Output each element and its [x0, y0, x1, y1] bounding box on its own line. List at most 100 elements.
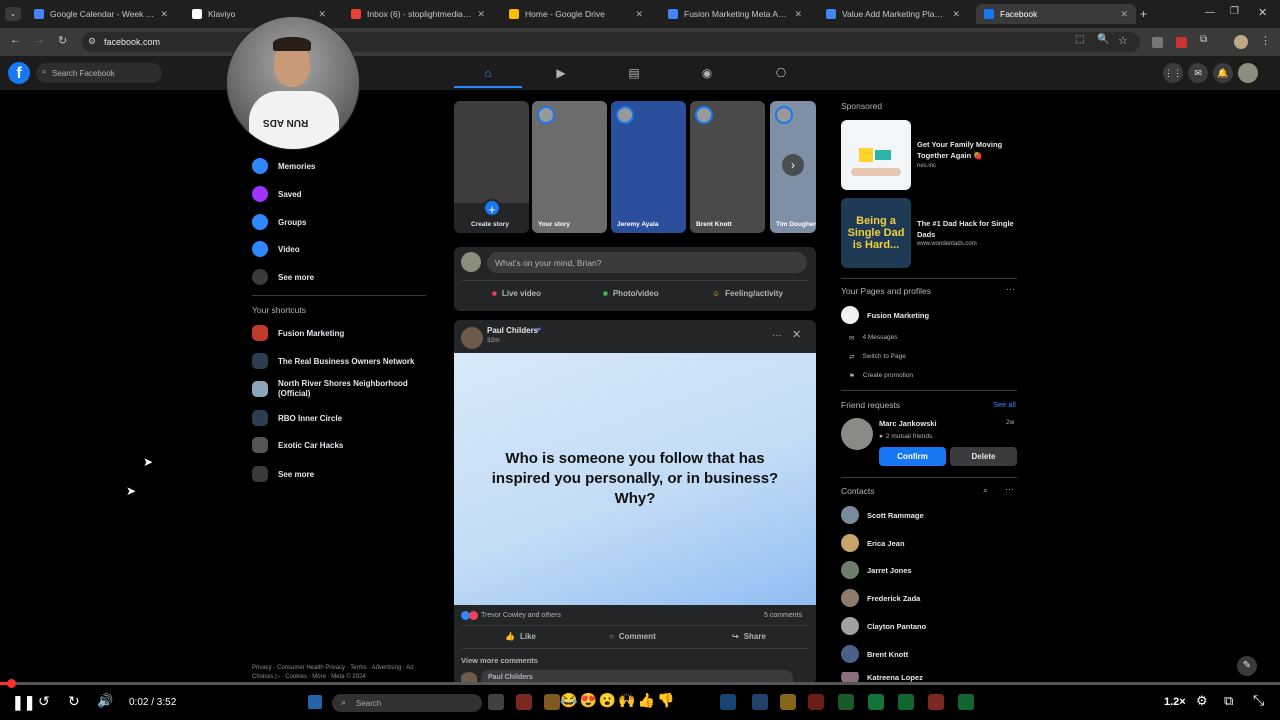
- browser-tab[interactable]: Inbox (6) - stoplightmedia1@g ✕: [343, 4, 493, 24]
- back-icon[interactable]: ←: [10, 34, 21, 46]
- rewind-icon[interactable]: ↺: [38, 693, 50, 710]
- shortcut-item[interactable]: See more: [252, 466, 314, 482]
- profile-avatar[interactable]: [1234, 35, 1248, 49]
- shortcut-item[interactable]: Fusion Marketing: [252, 325, 344, 341]
- page-action-item[interactable]: ✉ 4 Messages: [849, 334, 898, 342]
- contact-item[interactable]: Jarret Jones: [841, 561, 912, 579]
- thumbs-up-emoji-icon[interactable]: 👍: [638, 692, 655, 709]
- ad-title-2[interactable]: The #1 Dad Hack for Single Dads: [917, 218, 1017, 240]
- close-window-button[interactable]: ✕: [1258, 6, 1267, 19]
- stories-next-button[interactable]: ›: [782, 154, 804, 176]
- more-options-icon[interactable]: ···: [772, 330, 782, 341]
- pause-icon[interactable]: ❚❚: [12, 694, 35, 711]
- post-author-avatar[interactable]: [461, 327, 483, 349]
- page-fusion-marketing[interactable]: Fusion Marketing: [841, 306, 929, 324]
- shortcut-item[interactable]: RBO Inner Circle: [252, 410, 342, 426]
- delete-button[interactable]: Delete: [950, 447, 1017, 466]
- notifications-bell-icon[interactable]: 🔔: [1213, 63, 1233, 83]
- video-progress-bar[interactable]: [0, 682, 1280, 685]
- extension-icon[interactable]: [1152, 37, 1163, 48]
- left-nav-item[interactable]: Groups: [252, 214, 306, 230]
- page-action-item[interactable]: ⇄ Switch to Page: [849, 353, 906, 361]
- ad-image-2[interactable]: Being a Single Dad is Hard...: [841, 198, 911, 268]
- comments-count[interactable]: 5 comments: [764, 612, 802, 619]
- emoji-reaction-bar[interactable]: 😂 😍 😮 🙌 👍 👎: [560, 692, 675, 709]
- site-info-icon[interactable]: ⚙: [88, 36, 96, 47]
- browser-tab[interactable]: Value Add Marketing Plan for F ✕: [818, 4, 968, 24]
- contact-item[interactable]: Erica Jean: [841, 534, 905, 552]
- facebook-search-input[interactable]: Search Facebook: [36, 63, 162, 83]
- video-scrubber-handle[interactable]: [7, 679, 16, 688]
- shortcut-item[interactable]: North River Shores Neighborhood (Officia…: [252, 379, 418, 399]
- story-card[interactable]: Your story: [532, 101, 607, 233]
- post-author-name[interactable]: Paul Childers: [487, 326, 538, 335]
- taskbar-search-input[interactable]: Search: [332, 694, 482, 712]
- taskbar-app-icon[interactable]: [720, 694, 736, 710]
- menu-grid-icon[interactable]: ⋮⋮: [1163, 63, 1183, 83]
- groups-icon[interactable]: ◉: [699, 66, 715, 80]
- ad-title-1[interactable]: Get Your Family Moving Together Again 🍓: [917, 139, 1017, 161]
- marketplace-icon[interactable]: ▤: [626, 66, 642, 80]
- contact-item[interactable]: Brent Knott: [841, 645, 908, 663]
- browser-tab[interactable]: Google Calendar - Week of Jun ✕: [26, 4, 176, 24]
- more-options-icon[interactable]: ···: [1005, 484, 1014, 494]
- account-avatar[interactable]: [1238, 63, 1258, 83]
- picture-in-picture-icon[interactable]: ⧉: [1224, 693, 1233, 709]
- heart-eyes-emoji-icon[interactable]: 😍: [579, 692, 596, 709]
- browser-menu-icon[interactable]: ⋮: [1260, 34, 1271, 47]
- contact-item[interactable]: Frederick Zada: [841, 589, 920, 607]
- story-card[interactable]: Brent Knott: [690, 101, 765, 233]
- gaming-icon[interactable]: ⎔: [773, 66, 789, 80]
- post-image[interactable]: Who is someone you follow that has inspi…: [454, 353, 816, 605]
- tab-close-icon[interactable]: ✕: [1120, 9, 1128, 20]
- taskbar-app-icon[interactable]: [838, 694, 854, 710]
- view-more-comments-link[interactable]: View more comments: [461, 656, 538, 665]
- whats-on-your-mind-input[interactable]: What's on your mind, Brian?: [487, 252, 807, 273]
- windows-start-icon[interactable]: [308, 695, 322, 709]
- left-nav-item[interactable]: See more: [252, 269, 314, 285]
- close-post-icon[interactable]: ✕: [792, 328, 801, 341]
- exit-fullscreen-icon[interactable]: ⤡: [1253, 692, 1264, 709]
- page-action-item[interactable]: ⚑ Create promotion: [849, 372, 913, 380]
- settings-gear-icon[interactable]: ⚙: [1196, 693, 1208, 709]
- footer-links[interactable]: Privacy · Consumer Health Privacy · Term…: [252, 664, 424, 682]
- taskbar-app-icon[interactable]: [516, 694, 532, 710]
- bookmark-star-icon[interactable]: ☆: [1118, 34, 1128, 47]
- extension-icon[interactable]: [1176, 37, 1187, 48]
- comment-author[interactable]: Paul Childers: [488, 674, 533, 681]
- surprised-emoji-icon[interactable]: 😮: [599, 692, 616, 709]
- forward-icon[interactable]: →: [34, 34, 45, 46]
- story-card[interactable]: Jeremy Ayala: [611, 101, 686, 233]
- like-button[interactable]: 👍 Like: [505, 632, 536, 641]
- taskbar-app-icon[interactable]: [868, 694, 884, 710]
- taskbar-app-icon[interactable]: [488, 694, 504, 710]
- facebook-logo[interactable]: f: [8, 62, 30, 84]
- search-contacts-icon[interactable]: ⌕: [983, 485, 988, 496]
- reload-icon[interactable]: ↻: [58, 34, 67, 47]
- home-icon[interactable]: ⌂: [480, 66, 496, 80]
- comment-button[interactable]: ○ Comment: [609, 632, 656, 641]
- raised-hands-emoji-icon[interactable]: 🙌: [618, 692, 635, 709]
- taskbar-app-icon[interactable]: [544, 694, 560, 710]
- story-card[interactable]: + Create story: [454, 101, 529, 233]
- reactions-summary[interactable]: Trevor Cowley and others: [461, 611, 561, 620]
- taskbar-app-icon[interactable]: [958, 694, 974, 710]
- browser-tab[interactable]: Facebook ✕: [976, 4, 1136, 24]
- minimize-button[interactable]: —: [1205, 7, 1215, 18]
- ad-image-1[interactable]: [841, 120, 911, 190]
- left-nav-item[interactable]: Video: [252, 241, 300, 257]
- contact-item[interactable]: Scott Rammage: [841, 506, 924, 524]
- video-watch-icon[interactable]: ▶: [553, 66, 569, 80]
- browser-tab[interactable]: Home - Google Drive ✕: [501, 4, 651, 24]
- share-button[interactable]: ↪ Share: [732, 632, 766, 641]
- contact-item[interactable]: Clayton Pantano: [841, 617, 926, 635]
- volume-icon[interactable]: 🔊: [97, 693, 113, 709]
- taskbar-app-icon[interactable]: [808, 694, 824, 710]
- photo-video-button[interactable]: ■ Photo/video: [603, 289, 659, 298]
- post-time[interactable]: 32m ·: [487, 337, 504, 344]
- tab-close-icon[interactable]: ✕: [952, 9, 960, 20]
- shortcut-item[interactable]: The Real Business Owners Network: [252, 353, 415, 369]
- new-tab-button[interactable]: +: [1140, 7, 1147, 21]
- playback-speed-button[interactable]: 1.2×: [1164, 696, 1186, 708]
- new-message-button[interactable]: ✎: [1237, 656, 1257, 676]
